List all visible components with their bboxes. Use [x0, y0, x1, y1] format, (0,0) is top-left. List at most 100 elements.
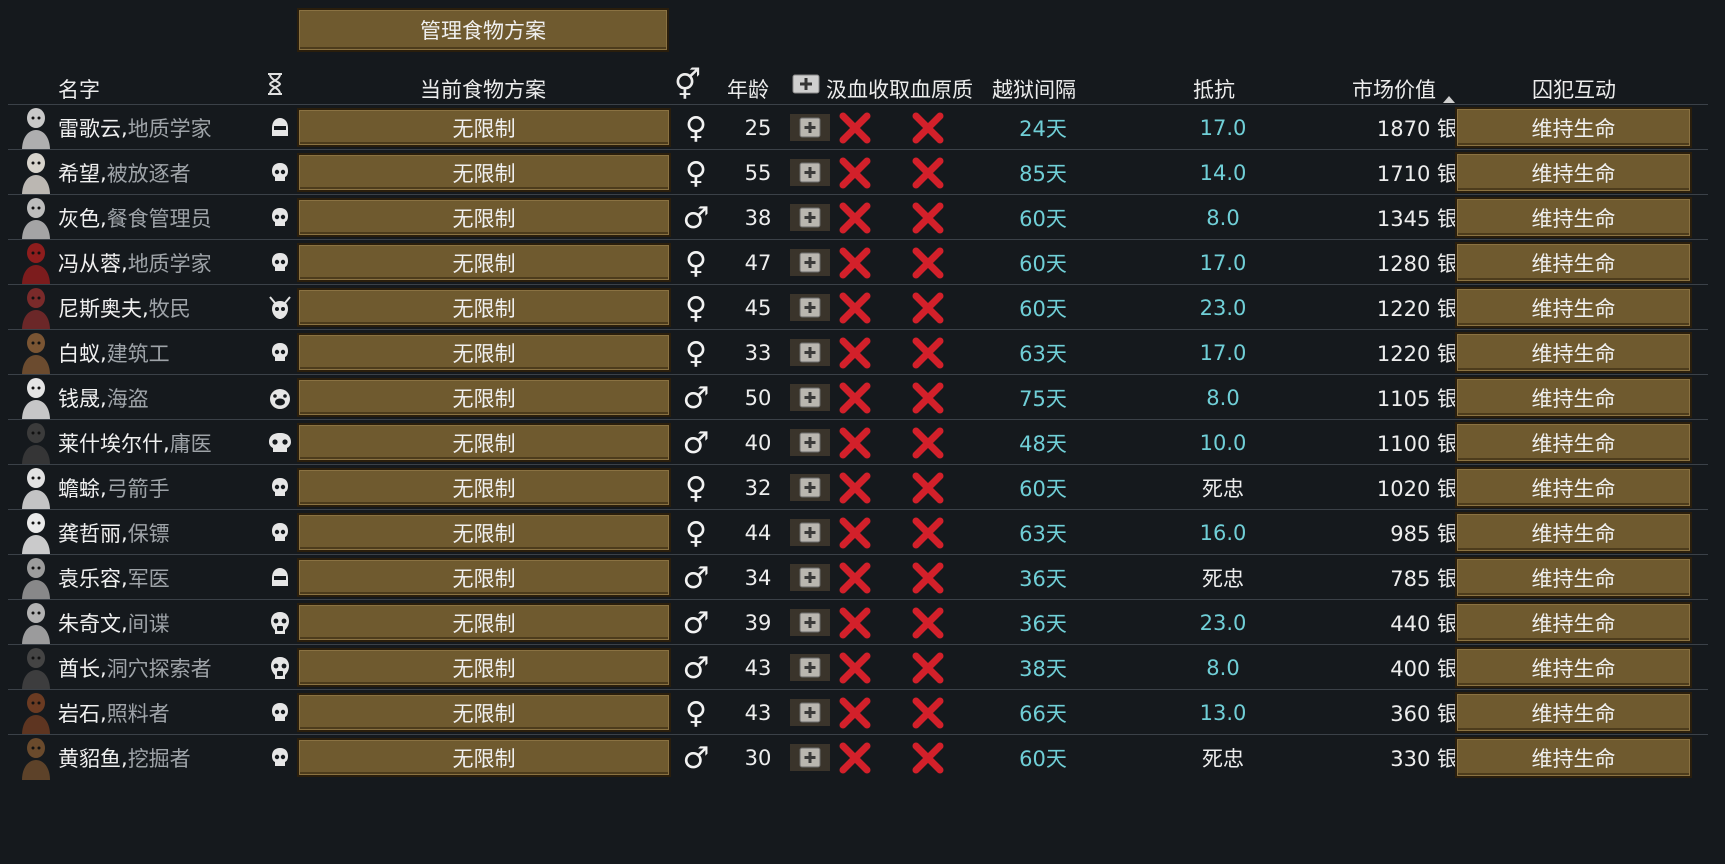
pawn-name-cell[interactable]: 白蚁, 建筑工: [58, 330, 170, 375]
wide-skull-icon[interactable]: [266, 420, 294, 465]
food-policy-button[interactable]: 无限制: [297, 333, 671, 372]
medical-kit-icon[interactable]: [790, 249, 830, 276]
interaction-mode-button[interactable]: 维持生命: [1455, 422, 1692, 463]
interaction-mode-button[interactable]: 维持生命: [1455, 377, 1692, 418]
skull-icon[interactable]: [266, 735, 294, 780]
table-row[interactable]: 龚哲丽, 保镖 无限制 ♀ 44 63天 16.0 985 银 维持生命: [8, 509, 1708, 555]
pawn-portrait[interactable]: [14, 690, 62, 735]
skull-icon[interactable]: [266, 195, 294, 240]
interaction-mode-button[interactable]: 维持生命: [1455, 107, 1692, 148]
medical-kit-icon[interactable]: [790, 159, 830, 186]
medical-header-icon[interactable]: [792, 74, 820, 99]
table-row[interactable]: 尼斯奥夫, 牧民 无限制 ♀ 45 60天 23.0 1220 银 维持生命: [8, 284, 1708, 330]
helmet-icon[interactable]: [266, 105, 294, 150]
hemogen-disabled-x-icon[interactable]: [838, 336, 872, 370]
impid-icon[interactable]: [266, 285, 294, 330]
food-policy-button[interactable]: 无限制: [297, 153, 671, 192]
medical-kit-icon[interactable]: [790, 654, 830, 681]
interaction-mode-button[interactable]: 维持生命: [1455, 332, 1692, 373]
pawn-portrait[interactable]: [14, 600, 62, 645]
pawn-name-cell[interactable]: 龚哲丽, 保镖: [58, 510, 170, 555]
hemogen-disabled-x-icon[interactable]: [838, 201, 872, 235]
skull-icon[interactable]: [266, 150, 294, 195]
food-policy-button[interactable]: 无限制: [297, 513, 671, 552]
hemogen-disabled-x-icon[interactable]: [838, 561, 872, 595]
skull-icon[interactable]: [266, 240, 294, 285]
hemogen-disabled-x-icon[interactable]: [838, 741, 872, 775]
interaction-mode-button[interactable]: 维持生命: [1455, 512, 1692, 553]
hemogen-collect-x-icon[interactable]: [911, 606, 945, 640]
food-policy-button[interactable]: 无限制: [297, 198, 671, 237]
pawn-portrait[interactable]: [14, 465, 62, 510]
medical-kit-icon[interactable]: [790, 744, 830, 771]
hemogen-disabled-x-icon[interactable]: [838, 651, 872, 685]
header-hemogen[interactable]: 汲血收取血原质: [826, 74, 973, 104]
table-row[interactable]: 钱晟, 海盗 无限制 ♂ 50 75天 8.0 1105 银 维持生命: [8, 374, 1708, 420]
hourglass-icon[interactable]: [265, 72, 285, 101]
manage-food-policies-button[interactable]: 管理食物方案: [297, 8, 669, 52]
header-name[interactable]: 名字: [58, 74, 100, 104]
pawn-name-cell[interactable]: 朱奇文, 间谍: [58, 600, 170, 645]
food-policy-button[interactable]: 无限制: [297, 648, 671, 687]
hemogen-collect-x-icon[interactable]: [911, 336, 945, 370]
pawn-portrait[interactable]: [14, 105, 62, 150]
hemogen-collect-x-icon[interactable]: [911, 561, 945, 595]
interaction-mode-button[interactable]: 维持生命: [1455, 152, 1692, 193]
pawn-portrait[interactable]: [14, 330, 62, 375]
pawn-name-cell[interactable]: 雷歌云, 地质学家: [58, 105, 212, 150]
table-row[interactable]: 冯从蓉, 地质学家 无限制 ♀ 47 60天 17.0 1280 银 维持生命: [8, 239, 1708, 285]
pawn-portrait[interactable]: [14, 240, 62, 285]
gender-header-icon[interactable]: ⚥: [674, 68, 701, 103]
hemogen-collect-x-icon[interactable]: [911, 426, 945, 460]
header-food-policy[interactable]: 当前食物方案: [420, 74, 546, 104]
medical-kit-icon[interactable]: [790, 384, 830, 411]
food-policy-button[interactable]: 无限制: [297, 423, 671, 462]
hemogen-collect-x-icon[interactable]: [911, 201, 945, 235]
table-row[interactable]: 雷歌云, 地质学家 无限制 ♀ 25 24天 17.0 1870 银 维持生命: [8, 104, 1708, 150]
pawn-name-cell[interactable]: 岩石, 照料者: [58, 690, 170, 735]
medical-kit-icon[interactable]: [790, 429, 830, 456]
pig-icon[interactable]: [266, 375, 294, 420]
food-policy-button[interactable]: 无限制: [297, 468, 671, 507]
skull-icon[interactable]: [266, 510, 294, 555]
pawn-portrait[interactable]: [14, 150, 62, 195]
table-row[interactable]: 希望, 被放逐者 无限制 ♀ 55 85天 14.0 1710 银 维持生命: [8, 149, 1708, 195]
interaction-mode-button[interactable]: 维持生命: [1455, 287, 1692, 328]
table-row[interactable]: 岩石, 照料者 无限制 ♀ 43 66天 13.0 360 银 维持生命: [8, 689, 1708, 735]
hemogen-disabled-x-icon[interactable]: [838, 156, 872, 190]
pawn-name-cell[interactable]: 莱什埃尔什, 庸医: [58, 420, 212, 465]
header-age[interactable]: 年龄: [727, 74, 769, 104]
hemogen-collect-x-icon[interactable]: [911, 471, 945, 505]
pawn-portrait[interactable]: [14, 420, 62, 465]
table-row[interactable]: 莱什埃尔什, 庸医 无限制 ♂ 40 48天 10.0 1100 银 维持生命: [8, 419, 1708, 465]
hemogen-collect-x-icon[interactable]: [911, 696, 945, 730]
hemogen-disabled-x-icon[interactable]: [838, 426, 872, 460]
food-policy-button[interactable]: 无限制: [297, 558, 671, 597]
pawn-name-cell[interactable]: 冯从蓉, 地质学家: [58, 240, 212, 285]
pawn-portrait[interactable]: [14, 645, 62, 690]
hemogen-disabled-x-icon[interactable]: [838, 516, 872, 550]
pawn-name-cell[interactable]: 钱晟, 海盗: [58, 375, 149, 420]
medical-kit-icon[interactable]: [790, 339, 830, 366]
hemogen-collect-x-icon[interactable]: [911, 111, 945, 145]
medical-kit-icon[interactable]: [790, 699, 830, 726]
table-row[interactable]: 酋长, 洞穴探索者 无限制 ♂ 43 38天 8.0 400 银 维持生命: [8, 644, 1708, 690]
hemogen-disabled-x-icon[interactable]: [838, 471, 872, 505]
table-row[interactable]: 白蚁, 建筑工 无限制 ♀ 33 63天 17.0 1220 银 维持生命: [8, 329, 1708, 375]
food-policy-button[interactable]: 无限制: [297, 108, 671, 147]
medical-kit-icon[interactable]: [790, 114, 830, 141]
pawn-portrait[interactable]: [14, 285, 62, 330]
hemogen-disabled-x-icon[interactable]: [838, 246, 872, 280]
hemogen-collect-x-icon[interactable]: [911, 291, 945, 325]
interaction-mode-button[interactable]: 维持生命: [1455, 737, 1692, 778]
hemogen-disabled-x-icon[interactable]: [838, 111, 872, 145]
pawn-name-cell[interactable]: 灰色, 餐食管理员: [58, 195, 212, 240]
hemogen-collect-x-icon[interactable]: [911, 516, 945, 550]
hemogen-collect-x-icon[interactable]: [911, 381, 945, 415]
medical-kit-icon[interactable]: [790, 519, 830, 546]
interaction-mode-button[interactable]: 维持生命: [1455, 692, 1692, 733]
interaction-mode-button[interactable]: 维持生命: [1455, 647, 1692, 688]
gasmask-icon[interactable]: [266, 600, 294, 645]
pawn-name-cell[interactable]: 蟾蜍, 弓箭手: [58, 465, 170, 510]
food-policy-button[interactable]: 无限制: [297, 243, 671, 282]
